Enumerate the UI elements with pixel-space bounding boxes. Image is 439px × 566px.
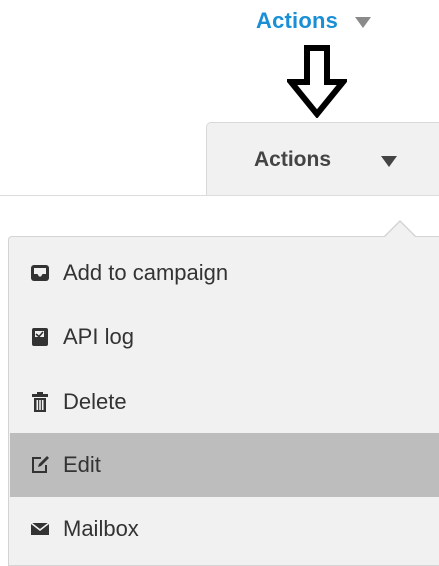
menu-item-label: API log	[63, 324, 134, 349]
menu-pointer-fill	[384, 222, 416, 238]
menu-item-api-log[interactable]: API log	[10, 305, 439, 369]
caret-down-icon	[381, 156, 397, 167]
menu-item-add-to-campaign[interactable]: Add to campaign	[10, 241, 439, 305]
envelope-icon	[29, 518, 51, 540]
menu-item-mailbox[interactable]: Mailbox	[10, 497, 439, 561]
log-icon	[29, 326, 51, 348]
tab-baseline	[0, 195, 439, 196]
menu-item-label: Edit	[63, 452, 101, 477]
top-actions-label: Actions	[256, 8, 339, 33]
top-actions-button[interactable]: Actions	[256, 8, 372, 34]
menu-item-label: Mailbox	[63, 516, 139, 541]
menu-item-label: Delete	[63, 389, 127, 414]
menu-item-label: Add to campaign	[63, 260, 229, 285]
inbox-icon	[29, 262, 51, 284]
actions-dropdown-menu: Add to campaign API log Delete Edit Mail…	[8, 236, 439, 566]
menu-item-edit[interactable]: Edit	[10, 433, 439, 497]
edit-icon	[29, 454, 51, 476]
menu-item-delete[interactable]: Delete	[10, 370, 439, 434]
tab-actions-button[interactable]: Actions	[206, 122, 439, 195]
trash-icon	[29, 391, 51, 413]
arrow-down-icon	[284, 44, 350, 123]
tab-actions-label: Actions	[254, 148, 332, 171]
caret-down-icon	[355, 16, 372, 28]
